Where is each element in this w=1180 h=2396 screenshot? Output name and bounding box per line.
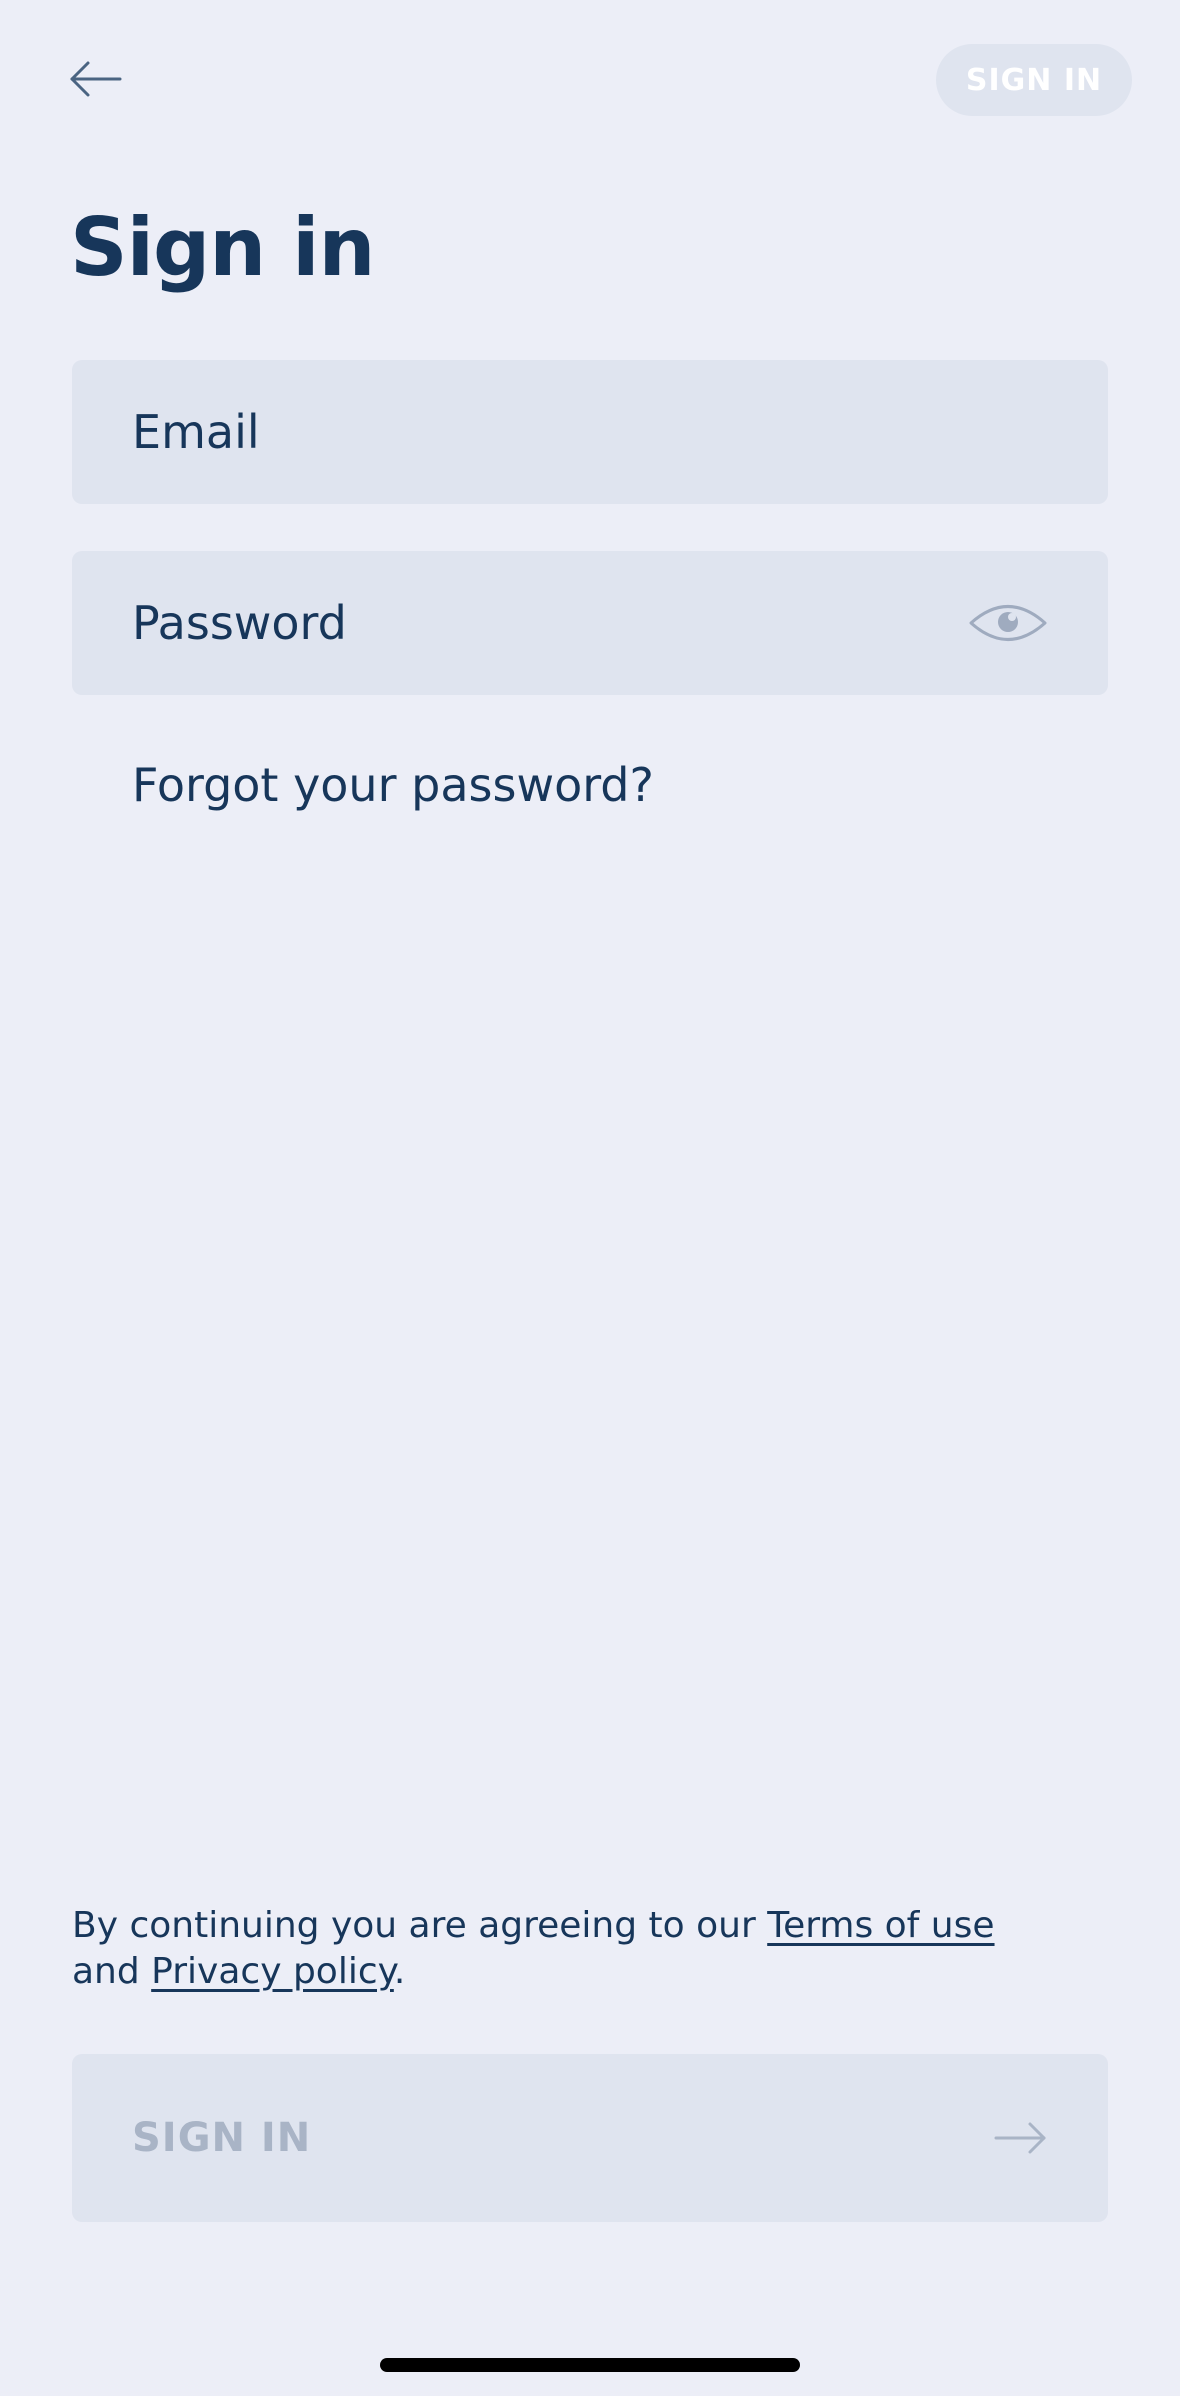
signin-submit-label: SIGN IN [132,2115,312,2161]
home-indicator [380,2358,800,2372]
legal-suffix: . [393,1951,406,1992]
privacy-policy-link[interactable]: Privacy policy [151,1951,394,1992]
legal-middle: and [72,1951,152,1992]
arrow-left-icon [70,61,122,97]
arrow-right-icon [994,2122,1046,2154]
eye-icon [969,605,1047,641]
password-field-container[interactable] [72,551,1108,695]
legal-notice: By continuing you are agreeing to our Te… [72,1903,1072,1995]
page-title: Sign in [70,201,375,294]
back-button[interactable] [68,58,124,100]
email-field[interactable] [132,405,1048,459]
password-field[interactable] [132,596,968,650]
signin-submit-button[interactable]: SIGN IN [72,2054,1108,2222]
password-visibility-toggle[interactable] [968,598,1048,648]
email-field-container[interactable] [72,360,1108,504]
forgot-password-link[interactable]: Forgot your password? [132,758,654,812]
legal-prefix: By continuing you are agreeing to our [72,1905,768,1946]
terms-of-use-link[interactable]: Terms of use [767,1905,994,1946]
header-signin-button[interactable]: SIGN IN [936,44,1132,116]
